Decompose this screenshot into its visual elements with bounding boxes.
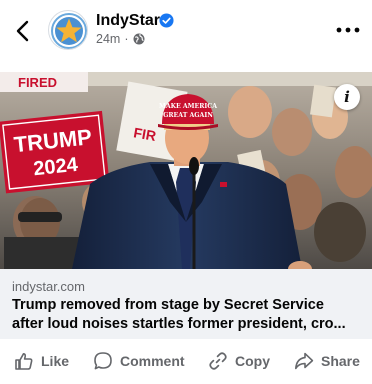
share-button[interactable]: Share xyxy=(294,350,360,372)
trump-rally-photo: FIRED TRUMP 2024 FIR MAKE AMERICA GREAT … xyxy=(0,72,372,269)
hat-line1-text: MAKE AMERICA xyxy=(159,103,217,110)
trump-2024-sign: TRUMP 2024 xyxy=(0,110,110,194)
link-icon xyxy=(209,352,227,370)
copy-label: Copy xyxy=(235,353,270,369)
comment-label: Comment xyxy=(120,353,185,369)
share-label: Share xyxy=(321,353,360,369)
comment-button[interactable]: Comment xyxy=(93,350,185,372)
meta-separator: · xyxy=(124,32,129,46)
thumbs-up-icon xyxy=(15,353,33,370)
comment-bubble-icon xyxy=(94,352,112,370)
globe-icon xyxy=(133,33,144,45)
like-label: Like xyxy=(41,353,70,369)
post-meta: 24m · xyxy=(96,32,145,46)
post-action-bar: Like Comment Copy Share xyxy=(0,339,372,384)
link-preview-card[interactable]: indystar.com Trump removed from stage by… xyxy=(0,269,372,339)
page-name[interactable]: IndyStar xyxy=(96,12,160,30)
like-button[interactable]: Like xyxy=(14,350,69,372)
hat-line2-text: GREAT AGAIN xyxy=(163,112,213,119)
post-time[interactable]: 24m xyxy=(96,32,120,46)
post-photo[interactable]: FIRED TRUMP 2024 FIR MAKE AMERICA GREAT … xyxy=(0,72,372,269)
sign-fired-text: FIRED xyxy=(18,75,57,90)
headline-line-1: Trump removed from stage by Secret Servi… xyxy=(12,297,324,313)
more-options-icon[interactable] xyxy=(334,22,362,38)
microphone xyxy=(189,157,199,175)
link-headline: Trump removed from stage by Secret Servi… xyxy=(12,296,364,334)
info-icon[interactable]: i xyxy=(334,84,360,110)
indystar-logo-icon xyxy=(51,13,87,49)
verified-badge-icon xyxy=(159,13,174,28)
page-avatar[interactable] xyxy=(48,10,88,50)
link-domain: indystar.com xyxy=(12,279,85,294)
headline-line-2: after loud noises startles former presid… xyxy=(12,316,346,332)
share-arrow-icon xyxy=(295,352,314,370)
post-header: IndyStar 24m · xyxy=(0,0,372,62)
back-arrow-icon[interactable] xyxy=(12,18,34,44)
copy-link-button[interactable]: Copy xyxy=(208,350,270,372)
